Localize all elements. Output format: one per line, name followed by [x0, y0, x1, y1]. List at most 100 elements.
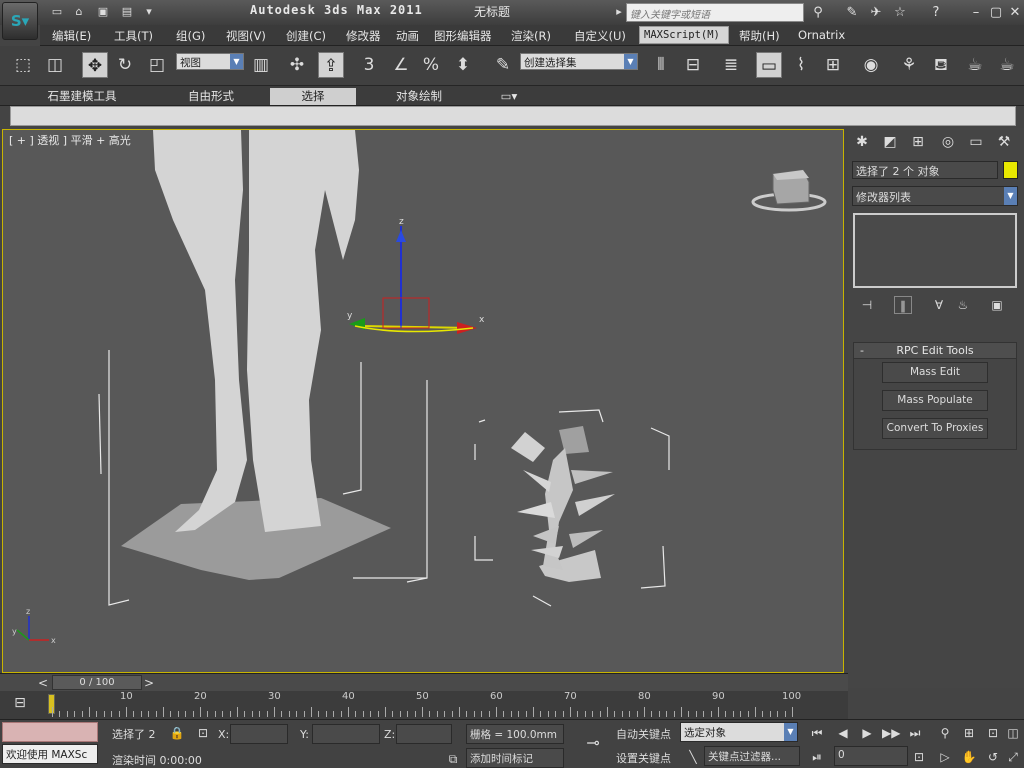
- menu-maxscript[interactable]: MAXScript(M): [639, 26, 729, 44]
- field-of-view-icon[interactable]: ▷: [936, 748, 954, 766]
- search-arrow-icon[interactable]: ▸: [612, 5, 626, 19]
- render-frame-icon[interactable]: ⛾: [928, 52, 954, 78]
- restore-icon[interactable]: ▢: [988, 5, 1004, 21]
- menu-tools[interactable]: 工具(T): [114, 28, 153, 44]
- make-unique-icon[interactable]: ∀: [930, 296, 948, 314]
- edit-named-selection-icon[interactable]: ✎: [490, 52, 516, 78]
- help-icon[interactable]: ?: [928, 5, 944, 21]
- zoom-extents-icon[interactable]: ⊡: [984, 724, 1002, 742]
- auto-key-button[interactable]: 自动关键点: [616, 726, 671, 742]
- convert-to-proxies-button[interactable]: Convert To Proxies: [882, 418, 988, 439]
- render-setup-icon[interactable]: ⚘: [896, 52, 922, 78]
- tab-object-paint[interactable]: 对象绘制: [378, 88, 460, 105]
- next-key-icon[interactable]: ▶▶: [882, 724, 900, 742]
- menu-graph-editors[interactable]: 图形编辑器: [434, 28, 492, 44]
- set-key-button[interactable]: 设置关键点: [616, 750, 671, 766]
- ribbon-options-icon[interactable]: ▭▾: [494, 88, 524, 105]
- select-scale-icon[interactable]: ◰: [144, 52, 170, 78]
- snaps-toggle-icon[interactable]: 3: [356, 52, 382, 78]
- menu-animation[interactable]: 动画: [396, 28, 419, 44]
- select-manipulate-icon[interactable]: ✣: [284, 52, 310, 78]
- key-filter-icon[interactable]: ╲: [684, 748, 702, 766]
- graphite-toggle-icon[interactable]: ▭: [756, 52, 782, 78]
- star-icon[interactable]: ☆: [892, 5, 908, 21]
- motion-panel-icon[interactable]: ◎: [936, 130, 960, 154]
- z-coordinate-field[interactable]: [396, 724, 452, 744]
- key-mode-toggle-icon[interactable]: ⏯: [808, 748, 826, 766]
- track-bar[interactable]: ⊟ 10 20 30 40 50 60 70 80 90 100: [0, 691, 848, 719]
- angle-snap-icon[interactable]: ∠: [388, 52, 414, 78]
- zoom-icon[interactable]: ⚲: [936, 724, 954, 742]
- new-file-icon[interactable]: ▭: [50, 5, 64, 19]
- orbit-icon[interactable]: ↺: [984, 748, 1002, 766]
- maximize-viewport-icon[interactable]: ⤢: [1004, 748, 1022, 766]
- previous-key-icon[interactable]: ◀: [834, 724, 852, 742]
- chevron-down-icon[interactable]: ▼: [624, 54, 637, 69]
- reference-coord-dropdown[interactable]: 视图 ▼: [176, 53, 244, 70]
- layer-manager-icon[interactable]: ≣: [718, 52, 744, 78]
- spinner-snap-icon[interactable]: ⬍: [450, 52, 476, 78]
- zoom-all-icon[interactable]: ⊞: [960, 724, 978, 742]
- remove-modifier-icon[interactable]: ♨: [954, 296, 972, 314]
- mass-populate-button[interactable]: Mass Populate: [882, 390, 988, 411]
- close-icon[interactable]: ✕: [1007, 5, 1023, 21]
- selection-filter-dropdown[interactable]: 选定对象 ▼: [680, 722, 798, 742]
- mirror-icon[interactable]: ⫴: [648, 52, 674, 78]
- menu-rendering[interactable]: 渲染(R): [511, 28, 551, 44]
- utilities-panel-icon[interactable]: ⚒: [992, 130, 1016, 154]
- play-icon[interactable]: ▶: [858, 724, 876, 742]
- pin-stack-icon[interactable]: ⊣: [858, 296, 876, 314]
- keyboard-shortcut-icon[interactable]: ⇪: [318, 52, 344, 78]
- set-key-mode-icon[interactable]: ⊸: [580, 734, 606, 752]
- chevron-down-icon[interactable]: ▼: [1004, 187, 1017, 205]
- zoom-extents-all-icon[interactable]: ◫: [1004, 724, 1022, 742]
- configure-sets-icon[interactable]: ▣: [988, 296, 1006, 314]
- object-color-swatch[interactable]: [1003, 161, 1018, 179]
- goto-start-icon[interactable]: ⏮: [808, 724, 826, 742]
- render-production-icon[interactable]: ☕: [962, 52, 988, 78]
- menu-modifiers[interactable]: 修改器: [346, 28, 381, 44]
- menu-customize[interactable]: 自定义(U): [574, 28, 626, 44]
- modifier-list-dropdown[interactable]: 修改器列表 ▼: [852, 186, 1018, 206]
- maxscript-listener[interactable]: [2, 722, 98, 742]
- window-crossing-icon[interactable]: ◫: [42, 52, 68, 78]
- chevron-down-icon[interactable]: ▼: [230, 54, 243, 69]
- save-file-icon[interactable]: ▣: [96, 5, 110, 19]
- rollout-header[interactable]: - RPC Edit Tools: [854, 343, 1016, 359]
- binoculars-icon[interactable]: ⚲: [810, 5, 826, 21]
- open-file-icon[interactable]: ⌂: [72, 5, 86, 19]
- menu-help[interactable]: 帮助(H): [739, 28, 780, 44]
- absolute-mode-icon[interactable]: ⊡: [194, 724, 212, 742]
- hierarchy-panel-icon[interactable]: ⊞: [906, 130, 930, 154]
- display-panel-icon[interactable]: ▭: [964, 130, 988, 154]
- named-selection-dropdown[interactable]: 创建选择集 ▼: [520, 53, 638, 70]
- show-end-result-icon[interactable]: ∥: [894, 296, 912, 314]
- current-frame-field[interactable]: 0: [834, 746, 908, 766]
- quick-access-dropdown-icon[interactable]: ▾: [142, 5, 156, 19]
- search-input[interactable]: 键入关键字或短语: [626, 3, 804, 22]
- satellite-icon[interactable]: ✈: [868, 5, 884, 21]
- add-time-tag-button[interactable]: 添加时间标记: [466, 748, 564, 768]
- goto-end-icon[interactable]: ⏭: [906, 724, 924, 742]
- select-region-icon[interactable]: ⬚: [10, 52, 36, 78]
- render-teapot-icon[interactable]: ☕: [994, 52, 1020, 78]
- create-panel-icon[interactable]: ✱: [850, 130, 874, 154]
- pivot-center-icon[interactable]: ▥: [248, 52, 274, 78]
- time-slider[interactable]: 0 / 100: [52, 675, 142, 690]
- mass-edit-button[interactable]: Mass Edit: [882, 362, 988, 383]
- tab-freeform[interactable]: 自由形式: [170, 88, 252, 105]
- app-logo-icon[interactable]: S▾: [2, 2, 38, 40]
- tab-selection[interactable]: 选择: [270, 88, 356, 105]
- prev-frame-icon[interactable]: <: [34, 674, 52, 692]
- lock-selection-icon[interactable]: 🔒: [168, 724, 186, 742]
- modifier-stack[interactable]: [853, 213, 1017, 288]
- chevron-down-icon[interactable]: ▼: [784, 723, 797, 741]
- tab-graphite-modeling[interactable]: 石墨建模工具: [30, 88, 134, 105]
- x-coordinate-field[interactable]: [230, 724, 288, 744]
- modify-panel-icon[interactable]: ◩: [878, 130, 902, 154]
- tools-icon[interactable]: ✎: [844, 5, 860, 21]
- menu-create[interactable]: 创建(C): [286, 28, 326, 44]
- minimize-icon[interactable]: –: [968, 5, 984, 21]
- y-coordinate-field[interactable]: [312, 724, 380, 744]
- perspective-viewport[interactable]: [ + ] 透视 ] 平滑 + 高光 z x y z y x: [2, 129, 844, 673]
